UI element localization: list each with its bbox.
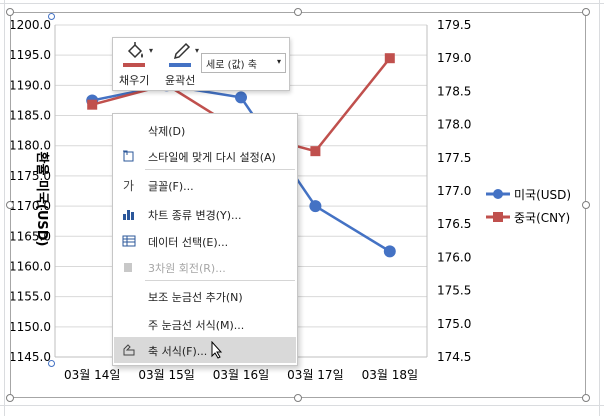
right-tick-label: 176.5 bbox=[437, 217, 471, 231]
chart-plot: 1200.01195.01190.01185.01180.01175.01170… bbox=[9, 18, 571, 382]
right-tick-label: 177.0 bbox=[437, 184, 471, 198]
right-tick-label: 177.5 bbox=[437, 151, 471, 165]
fill-label: 채우기 bbox=[119, 74, 150, 87]
left-tick-label: 1195.0 bbox=[11, 48, 51, 62]
left-tick-label: 1185.0 bbox=[11, 109, 51, 123]
chart-element-select[interactable]: 세로 (값) 축 ▾ bbox=[201, 53, 286, 73]
resize-handle-t[interactable] bbox=[294, 8, 302, 16]
right-tick-label: 174.5 bbox=[437, 350, 471, 364]
x-tick-label: 03월 17일 bbox=[287, 368, 343, 382]
menu-item-label: 삭제(D) bbox=[148, 125, 186, 138]
menu-item-label: 차트 종류 변경(Y)... bbox=[148, 209, 242, 222]
x-tick-label: 03월 18일 bbox=[362, 368, 418, 382]
fill-color-swatch bbox=[123, 63, 145, 67]
pen-icon bbox=[173, 42, 191, 60]
left-tick-label: 1145.0 bbox=[11, 350, 51, 364]
menu-item-label: 글꼴(F)... bbox=[148, 180, 194, 193]
chart-element-select-value: 세로 (값) 축 bbox=[206, 60, 257, 71]
menu-item-7[interactable]: 보조 눈금선 추가(N) bbox=[114, 283, 296, 309]
right-tick-label: 179.0 bbox=[437, 51, 471, 65]
outline-button[interactable]: ▾ 윤곽선 bbox=[165, 42, 205, 88]
legend-label-usd: 미국(USD) bbox=[514, 188, 571, 202]
chart-area[interactable]: 1200.0 1195.0 1190.0 1185.0 1180.0 1175.0 1170… bbox=[9, 12, 586, 398]
data-point-usd bbox=[383, 245, 396, 258]
data-point-cny bbox=[310, 146, 321, 157]
font-icon: 가 bbox=[122, 178, 136, 193]
menu-item-1[interactable]: 삭제(D) bbox=[114, 117, 296, 143]
svg-text:가: 가 bbox=[123, 179, 134, 192]
axis-handle-bottom[interactable] bbox=[48, 360, 55, 367]
data-table-icon bbox=[122, 234, 136, 248]
fill-dropdown-caret[interactable]: ▾ bbox=[149, 46, 153, 55]
x-tick-label: 03월 16일 bbox=[213, 368, 269, 382]
outline-label: 윤곽선 bbox=[165, 74, 196, 87]
menu-item-label: 주 눈금선 서식(M)... bbox=[148, 319, 245, 332]
right-tick-label: 179.5 bbox=[437, 18, 471, 32]
resize-handle-l[interactable] bbox=[6, 201, 14, 209]
menu-item-label: 3차원 회전(R)... bbox=[148, 262, 226, 275]
format-axis-icon bbox=[122, 343, 136, 357]
chevron-down-icon: ▾ bbox=[276, 57, 281, 66]
right-tick-label: 175.5 bbox=[437, 284, 471, 298]
fill-button[interactable]: ▾ 채우기 bbox=[119, 42, 159, 88]
rotate-3d-icon bbox=[122, 260, 136, 274]
format-mini-toolbar: ▾ 채우기 ▾ 윤곽선 세로 (값) 축 ▾ bbox=[112, 37, 290, 91]
menu-item-9[interactable]: 축 서식(F)... bbox=[114, 337, 296, 363]
left-tick-label: 1150.0 bbox=[11, 320, 51, 334]
data-point-usd bbox=[235, 91, 247, 104]
resize-handle-br[interactable] bbox=[582, 394, 590, 402]
menu-item-5[interactable]: 데이터 선택(E)... bbox=[114, 228, 296, 254]
left-tick-label: 1155.0 bbox=[11, 290, 51, 304]
left-tick-label: 1200.0 bbox=[11, 18, 51, 32]
menu-item-6: 3차원 회전(R)... bbox=[114, 254, 296, 280]
chart-type-icon bbox=[122, 207, 136, 221]
resize-handle-bl[interactable] bbox=[6, 394, 14, 402]
right-tick-label: 178.0 bbox=[437, 118, 471, 132]
menu-item-3[interactable]: 가 글꼴(F)... bbox=[114, 172, 296, 198]
outline-dropdown-caret[interactable]: ▾ bbox=[195, 46, 199, 55]
resize-handle-r[interactable] bbox=[582, 201, 590, 209]
resize-handle-tl[interactable] bbox=[6, 8, 14, 16]
menu-separator bbox=[145, 169, 295, 170]
legend-marker-usd bbox=[493, 189, 503, 199]
menu-item-8[interactable]: 주 눈금선 서식(M)... bbox=[114, 311, 296, 337]
reset-style-icon bbox=[122, 149, 136, 163]
legend-label-cny: 중국(CNY) bbox=[514, 211, 570, 225]
mouse-cursor-icon bbox=[211, 341, 223, 359]
legend[interactable]: 미국(USD) 중국(CNY) bbox=[486, 188, 571, 225]
data-point-cny bbox=[384, 53, 395, 64]
left-tick-label: 1190.0 bbox=[11, 78, 51, 92]
resize-handle-b[interactable] bbox=[294, 394, 302, 402]
data-point-cny bbox=[87, 99, 98, 110]
menu-item-4[interactable]: 차트 종류 변경(Y)... bbox=[114, 201, 296, 227]
data-point-usd bbox=[309, 200, 322, 213]
right-tick-label: 175.0 bbox=[437, 317, 471, 331]
menu-item-label: 스타일에 맞게 다시 설정(A) bbox=[148, 151, 276, 164]
resize-handle-tr[interactable] bbox=[582, 8, 590, 16]
menu-item-label: 보조 눈금선 추가(N) bbox=[148, 291, 243, 304]
right-tick-label: 178.5 bbox=[437, 84, 471, 98]
menu-item-2[interactable]: 스타일에 맞게 다시 설정(A) bbox=[114, 143, 296, 169]
menu-separator bbox=[145, 280, 295, 281]
paint-bucket-icon bbox=[127, 42, 143, 59]
y-axis-title: 환율 미국(USD) bbox=[34, 152, 50, 247]
right-tick-label: 176.0 bbox=[437, 250, 471, 264]
outline-color-swatch bbox=[169, 63, 191, 67]
x-tick-label: 03월 14일 bbox=[64, 368, 120, 382]
menu-item-label: 축 서식(F)... bbox=[148, 345, 208, 358]
x-tick-label: 03월 15일 bbox=[138, 368, 194, 382]
legend-marker-cny bbox=[493, 212, 503, 222]
context-menu: 삭제(D) 스타일에 맞게 다시 설정(A) 가 글꼴(F)... 차트 종류 변경(Y… bbox=[112, 113, 298, 366]
left-tick-label: 1160.0 bbox=[11, 259, 51, 273]
menu-item-label: 데이터 선택(E)... bbox=[148, 236, 229, 249]
axis-handle-top[interactable] bbox=[48, 13, 55, 20]
